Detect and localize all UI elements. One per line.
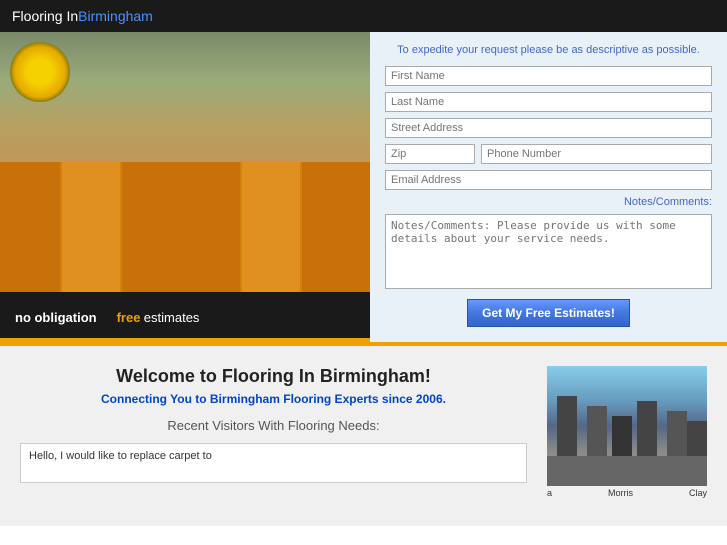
city-image [547,366,707,486]
city-label-right: Clay [689,488,707,498]
no-obligation-label: no obligation [15,310,97,325]
city-labels: a Morris Clay [547,488,707,498]
lower-left-panel: Welcome to Flooring In Birmingham! Conne… [20,366,527,506]
comment-preview: Hello, I would like to replace carpet to [20,443,527,483]
phone-input[interactable] [481,144,712,164]
last-name-input[interactable] [385,92,712,112]
street-address-input[interactable] [385,118,712,138]
orange-accent-bar [0,338,370,342]
flowers-decoration [10,42,70,102]
city-label-middle: Morris [608,488,633,498]
zip-phone-row [385,144,712,164]
recent-visitors-label: Recent Visitors With Flooring Needs: [20,418,527,433]
form-hint: To expedite your request please be as de… [385,44,712,56]
welcome-heading: Welcome to Flooring In Birmingham! [20,366,527,387]
header-title-plain: Flooring In [12,8,78,24]
contact-form-panel: To expedite your request please be as de… [370,32,727,342]
notes-textarea[interactable] [385,214,712,289]
room-background [0,32,370,292]
lower-subtitle: Connecting You to Birmingham Flooring Ex… [20,392,527,406]
hero-bottom-bar: no obligation free estimates [0,292,370,342]
header-title-blue: Birmingham [78,8,153,24]
hero-section: no obligation free estimates To expedite… [0,32,727,342]
lower-section: Welcome to Flooring In Birmingham! Conne… [0,346,727,526]
zip-input[interactable] [385,144,475,164]
page-header: Flooring In Birmingham [0,0,727,32]
submit-button[interactable]: Get My Free Estimates! [467,299,630,327]
hero-image-panel: no obligation free estimates [0,32,370,342]
first-name-input[interactable] [385,66,712,86]
email-input[interactable] [385,170,712,190]
city-label-left: a [547,488,552,498]
free-label: free [117,310,141,325]
notes-label: Notes/Comments: [385,196,712,208]
estimates-label: estimates [144,310,200,325]
lower-right-panel: a Morris Clay [547,366,707,506]
